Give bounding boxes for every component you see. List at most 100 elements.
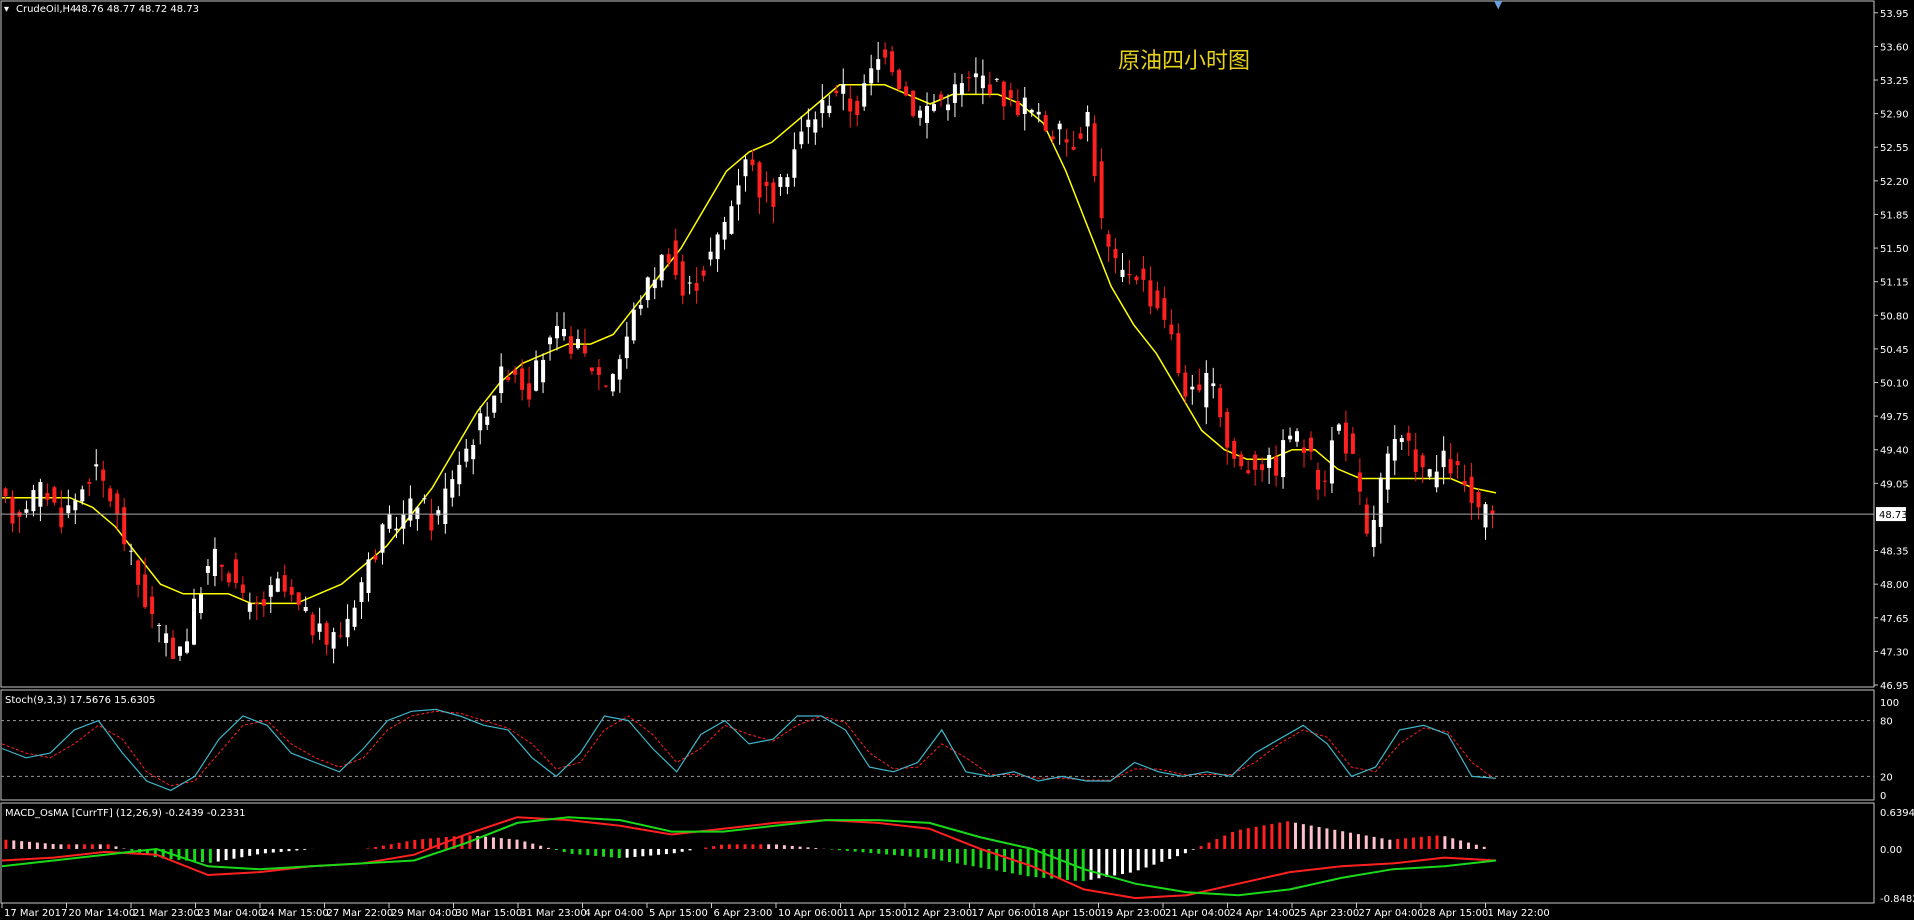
bull-candle (1399, 438, 1404, 442)
bull-candle (247, 603, 252, 612)
symbol-label: CrudeOil,H4 (16, 4, 76, 15)
shift-marker-icon[interactable]: ▼ (1494, 0, 1503, 11)
bear-candle (373, 555, 378, 560)
bear-candle (1490, 510, 1495, 514)
bull-candle (1483, 504, 1488, 528)
bull-candle (1022, 97, 1027, 114)
bull-candle (408, 498, 413, 521)
bear-candle (694, 283, 699, 291)
bear-candle (757, 162, 762, 198)
bear-candle (1078, 133, 1083, 139)
bull-candle (659, 254, 664, 281)
bull-candle (401, 514, 406, 529)
bear-candle (596, 367, 601, 375)
bull-candle (946, 104, 950, 111)
bear-candle (1134, 276, 1139, 281)
price-tick-label: 48.00 (1880, 580, 1909, 591)
bull-candle (73, 500, 78, 511)
time-tick-label: 23 Mar 04:00 (198, 908, 265, 919)
bear-candle (1050, 136, 1055, 140)
bull-candle (1288, 435, 1293, 440)
bear-candle (1092, 123, 1097, 176)
time-tick-label: 17 Mar 2017 (4, 908, 67, 919)
bear-candle (589, 367, 594, 372)
bull-candle (994, 78, 999, 80)
time-tick-label: 19 Apr 23:00 (1101, 908, 1166, 919)
bear-candle (45, 493, 50, 500)
bull-candle (450, 479, 455, 498)
price-tick-label: 51.50 (1880, 244, 1909, 255)
time-tick-label: 30 Mar 15:00 (456, 908, 523, 919)
bear-candle (171, 637, 175, 659)
time-tick-label: 17 Apr 06:00 (972, 908, 1037, 919)
bear-candle (1127, 274, 1132, 276)
time-tick-label: 27 Mar 22:00 (327, 908, 394, 919)
time-tick-label: 11 Apr 15:00 (843, 908, 908, 919)
bull-candle (638, 305, 643, 309)
bear-candle (834, 90, 839, 93)
bull-candle (841, 84, 846, 94)
bull-candle (624, 336, 629, 359)
bull-candle (387, 513, 392, 529)
bear-candle (513, 369, 518, 375)
bear-candle (1302, 447, 1306, 453)
bear-candle (1099, 161, 1104, 219)
bear-candle (1001, 81, 1006, 107)
bull-candle (164, 633, 169, 643)
bull-candle (1378, 477, 1383, 527)
bull-candle (66, 505, 71, 514)
price-tick-label: 53.60 (1880, 42, 1909, 53)
macd-tick-label: 0.6394 (1880, 808, 1914, 819)
bear-candle (764, 181, 769, 187)
price-tick-label: 49.05 (1880, 479, 1909, 490)
bull-candle (1295, 431, 1299, 442)
bear-candle (233, 559, 238, 584)
bear-candle (429, 513, 434, 531)
bull-candle (268, 585, 273, 597)
bull-candle (178, 646, 182, 656)
price-chart[interactable]: 53.95 53.60 53.25 52.90 52.55 52.20 51.85 51.50… (0, 0, 1914, 920)
bear-candle (506, 377, 511, 381)
bull-candle (38, 482, 43, 507)
bear-candle (1141, 268, 1146, 280)
bear-candle (603, 385, 608, 387)
bear-candle (750, 159, 755, 166)
price-tick-label: 52.55 (1880, 143, 1909, 154)
bear-candle (1253, 454, 1258, 470)
bull-candle (952, 84, 957, 103)
bull-candle (80, 489, 85, 502)
chart-title-arrow: ▾ (4, 4, 9, 15)
price-tick-label: 52.90 (1880, 110, 1909, 121)
bear-candle (1420, 455, 1425, 468)
time-tick-label: 4 Apr 04:00 (585, 908, 644, 919)
bear-candle (966, 77, 971, 79)
time-tick-label: 10 Apr 06:00 (778, 908, 843, 919)
time-tick-label: 29 Mar 04:00 (391, 908, 458, 919)
bear-candle (680, 261, 685, 296)
bear-candle (296, 592, 301, 605)
bull-candle (736, 185, 741, 205)
bull-candle (1204, 373, 1209, 408)
bull-candle (708, 251, 713, 260)
bull-candle (980, 75, 985, 89)
bear-candle (1364, 504, 1369, 534)
bear-candle (1197, 384, 1202, 391)
bull-candle (31, 490, 36, 512)
bear-candle (855, 100, 860, 115)
price-tick-label: 49.75 (1880, 412, 1909, 423)
bull-candle (715, 234, 720, 260)
stoch-tick-label: 20 (1880, 772, 1893, 783)
time-tick-label: 6 Apr 23:00 (714, 908, 773, 919)
macd-label: MACD_OsMA [CurrTF] (12,26,9) -0.2439 -0.… (5, 808, 245, 819)
bear-candle (1309, 437, 1313, 452)
bull-candle (1057, 123, 1062, 130)
bull-candle (443, 488, 448, 524)
bull-candle (24, 509, 29, 513)
bear-candle (1316, 469, 1320, 490)
price-tick-label: 50.10 (1880, 379, 1909, 390)
bear-candle (1462, 481, 1467, 486)
bear-candle (1260, 464, 1265, 471)
bear-candle (1232, 440, 1237, 459)
bull-candle (778, 177, 783, 187)
bull-candle (932, 104, 936, 111)
